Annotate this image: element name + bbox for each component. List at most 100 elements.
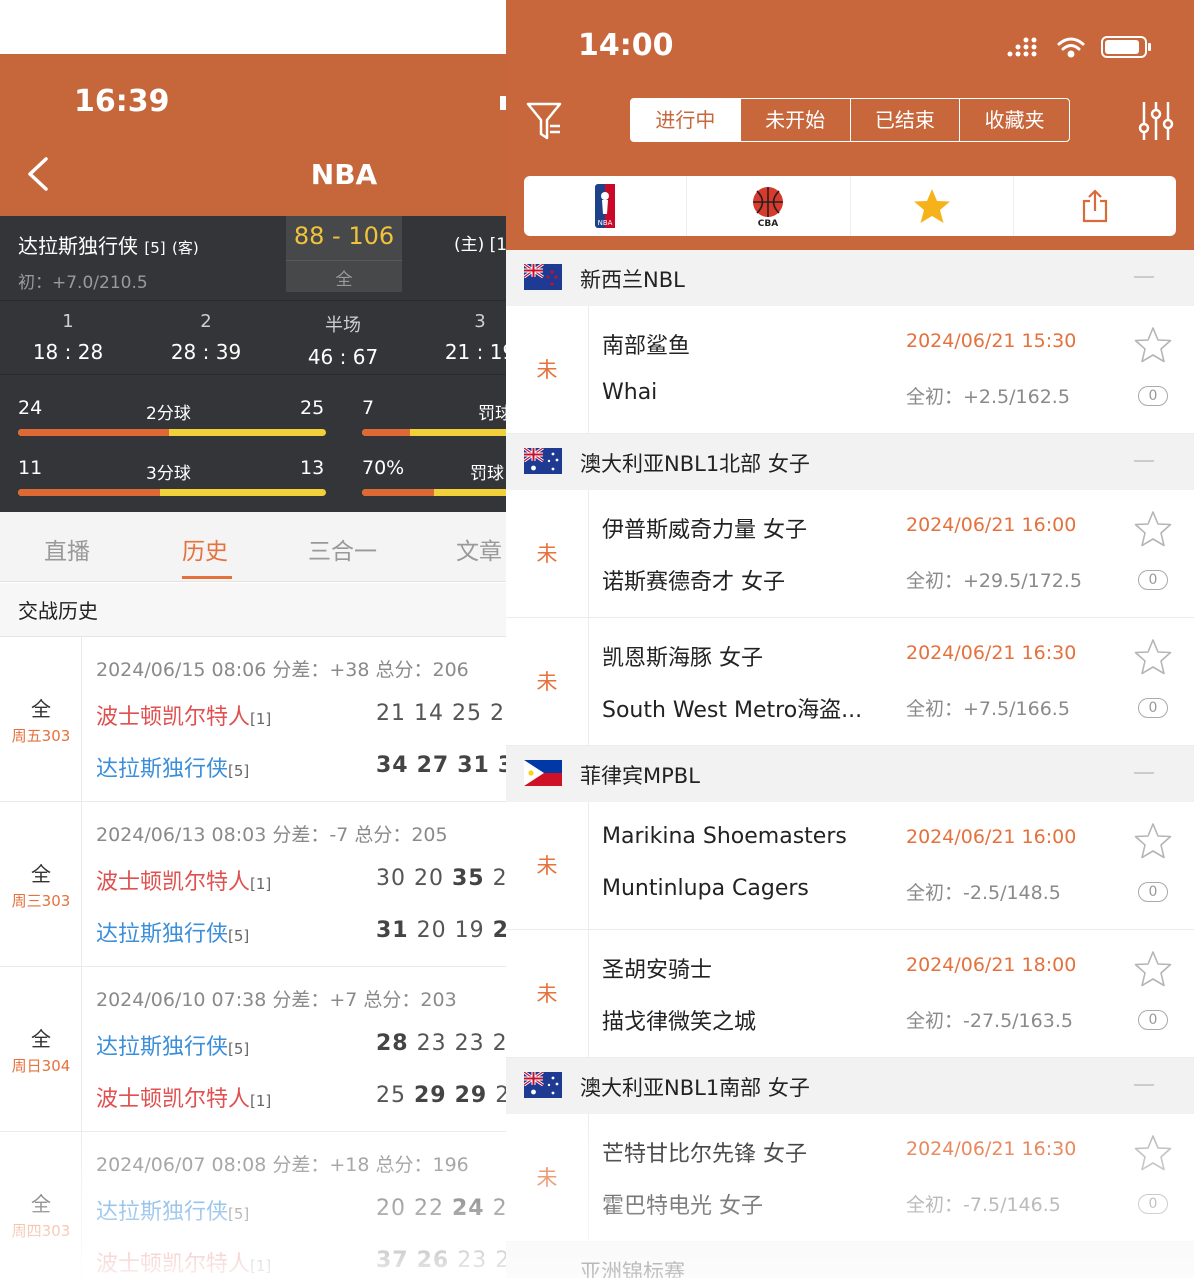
team-rank: [5] xyxy=(228,762,250,780)
away-team[interactable]: 达拉斯独行侠 [5] (客) xyxy=(18,230,199,259)
period-score: 29 xyxy=(414,1083,447,1108)
match-status: 未 xyxy=(536,358,558,382)
history-side: 全 周日304 xyxy=(0,967,82,1131)
battery-icon xyxy=(1101,36,1151,58)
status-time: 14:00 xyxy=(578,28,674,63)
team-1-scores: 21 14 25 2 xyxy=(376,701,505,726)
comment-count: 0 xyxy=(1138,1010,1168,1030)
collapse-icon[interactable] xyxy=(1134,772,1154,774)
match-meta: 2024/06/13 08:03 分差：-7 总分：205 xyxy=(96,824,448,846)
match-time: 2024/06/21 18:00 xyxy=(906,954,1077,976)
match-row[interactable]: 未 伊普斯威奇力量 女子 诺斯赛德奇才 女子 2024/06/21 16:00 … xyxy=(506,490,1194,618)
schedule-header: 14:00 进行中 未开始 已结束 收藏夹 NBA CBA xyxy=(506,0,1194,250)
match-row[interactable]: 未 Marikina Shoemasters Muntinlupa Cagers… xyxy=(506,802,1194,930)
share-shortcut[interactable] xyxy=(1012,176,1176,236)
stat-bar-fill xyxy=(18,429,169,436)
league-header[interactable]: 新西兰NBL xyxy=(506,250,1194,306)
segment-in-progress[interactable]: 进行中 xyxy=(631,99,740,141)
history-row[interactable]: 全 周五303 2024/06/15 08:06 分差：+38 总分：206 波… xyxy=(0,637,506,802)
history-row[interactable]: 全 周日304 2024/06/10 07:38 分差：+7 总分：203 达拉… xyxy=(0,967,506,1132)
period-label: 全 xyxy=(31,1027,51,1051)
period-score: 2 xyxy=(495,1083,506,1108)
team-1: 波士顿凯尔特人[1] xyxy=(96,864,271,896)
quarter-score: 46 : 67 xyxy=(307,345,379,369)
match-row[interactable]: 未 南部鲨鱼 Whai 2024/06/21 15:30 全初：+2.5/162… xyxy=(506,306,1194,434)
period-score: 31 xyxy=(376,918,409,943)
home-team-name: 圣胡安骑士 xyxy=(602,958,713,983)
team-1-scores: 30 20 35 2 xyxy=(376,866,506,891)
home-team[interactable]: (主) [1 xyxy=(454,230,506,255)
divider xyxy=(588,490,589,618)
team-name: 达拉斯独行侠 xyxy=(96,922,229,947)
stat-value: 70% xyxy=(362,457,405,479)
stat-value: 11 xyxy=(18,457,43,479)
team-rank: [1] xyxy=(250,1092,272,1110)
match-time: 2024/06/21 15:30 xyxy=(906,330,1077,352)
favorite-star-icon[interactable] xyxy=(1134,822,1172,860)
status-bar-icons xyxy=(1007,36,1151,58)
league-header[interactable]: 菲律宾MPBL xyxy=(506,746,1194,802)
settings-sliders-icon[interactable] xyxy=(1138,100,1174,142)
nba-logo-icon: NBA xyxy=(595,184,616,228)
fade-overlay xyxy=(506,1110,1194,1278)
match-row[interactable]: 未 圣胡安骑士 描戈律微笑之城 2024/06/21 18:00 全初：-27.… xyxy=(506,930,1194,1058)
cba-logo-text: CBA xyxy=(758,219,778,228)
team-1-scores: 28 23 23 2 xyxy=(376,1031,506,1056)
home-team-name: 伊普斯威奇力量 女子 xyxy=(602,518,807,543)
period-score: 28 xyxy=(376,1031,409,1056)
quarter-score: 18 : 28 xyxy=(32,340,104,364)
favorite-star-icon[interactable] xyxy=(1134,326,1172,364)
quarter-label: 1 xyxy=(62,311,74,332)
collapse-icon[interactable] xyxy=(1134,276,1154,278)
match-time: 2024/06/21 16:30 xyxy=(906,642,1077,664)
score-panel: 达拉斯独行侠 [5] (客) 初：+7.0/210.5 88 - 106 全 (… xyxy=(0,216,506,512)
tab-articles[interactable]: 文章 xyxy=(456,532,502,566)
match-time: 2024/06/21 16:00 xyxy=(906,826,1077,848)
australia-flag-icon xyxy=(524,448,562,474)
total-score: 88 - 106 xyxy=(293,222,395,250)
stat-bar-fill xyxy=(362,429,410,436)
filter-icon[interactable] xyxy=(526,100,562,142)
away-team-name: South West Metro海盗... xyxy=(602,698,863,723)
team-name: 波士顿凯尔特人 xyxy=(96,870,251,895)
cba-shortcut[interactable]: CBA xyxy=(686,176,849,236)
collapse-icon[interactable] xyxy=(1134,460,1154,462)
team-2-scores: 31 20 19 2 xyxy=(376,918,506,943)
league-header[interactable]: 澳大利亚NBL1南部 女子 xyxy=(506,1058,1194,1114)
favorites-shortcut[interactable] xyxy=(849,176,1013,236)
period-score: 2 xyxy=(492,866,506,891)
tab-history[interactable]: 历史 xyxy=(182,532,228,566)
team-name: 达拉斯独行侠 xyxy=(96,757,229,782)
scoreboard: 88 - 106 全 xyxy=(286,216,402,292)
history-row[interactable]: 全 周三303 2024/06/13 08:03 分差：-7 总分：205 波士… xyxy=(0,802,506,967)
team-2-scores: 25 29 29 2 xyxy=(376,1083,506,1108)
match-row[interactable]: 未 凯恩斯海豚 女子 South West Metro海盗... 2024/06… xyxy=(506,618,1194,746)
home-team-name: 南部鲨鱼 xyxy=(602,334,691,359)
favorite-star-icon[interactable] xyxy=(1134,510,1172,548)
league-name: 澳大利亚NBL1北部 女子 xyxy=(580,452,810,476)
comment-count: 0 xyxy=(1138,386,1168,406)
segment-finished[interactable]: 已结束 xyxy=(849,99,960,141)
league-header[interactable]: 澳大利亚NBL1北部 女子 xyxy=(506,434,1194,490)
quarter-label: 半场 xyxy=(325,315,361,336)
tab-live[interactable]: 直播 xyxy=(44,532,90,566)
segment-not-started[interactable]: 未开始 xyxy=(739,99,850,141)
favorite-star-icon[interactable] xyxy=(1134,950,1172,988)
stats: 24 2分球 25 7 罚球 11 3分球 13 70% 罚球 xyxy=(0,374,506,512)
comment-count: 0 xyxy=(1138,570,1168,590)
period-score: 27 xyxy=(416,753,450,778)
period-score: 31 xyxy=(457,753,490,778)
active-tab-indicator xyxy=(182,576,232,579)
favorite-star-icon[interactable] xyxy=(1134,638,1172,676)
period-label: 全 xyxy=(31,697,51,721)
nba-shortcut[interactable]: NBA xyxy=(524,176,686,236)
home-team-rank: [1 xyxy=(489,235,506,255)
tab-three-in-one[interactable]: 三合一 xyxy=(308,532,377,566)
collapse-icon[interactable] xyxy=(1134,1084,1154,1086)
period-score: 23 xyxy=(416,1031,447,1056)
detail-tabs: 直播 历史 三合一 文章 xyxy=(0,512,506,582)
match-status: 未 xyxy=(536,542,558,566)
segment-favorites[interactable]: 收藏夹 xyxy=(959,99,1069,141)
stat-label: 罚球 xyxy=(478,404,506,424)
history-side: 全 周三303 xyxy=(0,802,82,966)
